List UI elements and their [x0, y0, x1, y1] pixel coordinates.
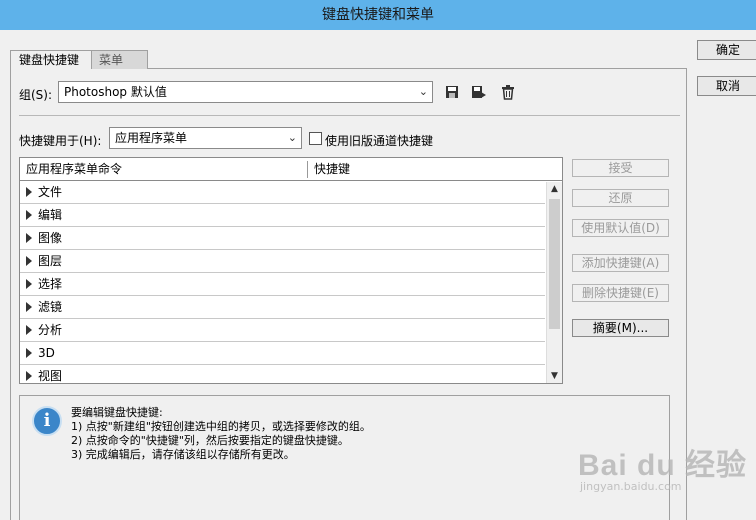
info-text: 要编辑键盘快捷键: 1) 点按"新建组"按钮创建选中组的拷贝，或选择要修改的组。… [71, 406, 371, 462]
shortcuts-for-select[interactable]: 应用程序菜单 ⌄ [109, 127, 302, 149]
command-table: 应用程序菜单命令 快捷键 文件 编辑 图像 图层 选择 滤镜 分析 3D 视图 … [19, 157, 563, 384]
table-row[interactable]: 视图 [20, 365, 545, 383]
expand-triangle-icon[interactable] [26, 233, 32, 243]
column-header-shortcut[interactable]: 快捷键 [308, 158, 544, 180]
summary-button[interactable]: 摘要(M)... [572, 319, 669, 337]
table-row[interactable]: 文件 [20, 181, 545, 204]
legacy-channel-checkbox[interactable] [309, 132, 322, 145]
delete-shortcut-button[interactable]: 删除快捷键(E) [572, 284, 669, 302]
undo-button[interactable]: 还原 [572, 189, 669, 207]
scrollbar-thumb[interactable] [549, 199, 560, 329]
save-icon[interactable] [443, 83, 461, 101]
column-header-command[interactable]: 应用程序菜单命令 [20, 158, 306, 180]
row-label: 分析 [38, 323, 63, 337]
table-row[interactable]: 分析 [20, 319, 545, 342]
trash-icon[interactable] [499, 83, 517, 101]
info-line: 2) 点按命令的"快捷键"列，然后按要指定的键盘快捷键。 [71, 434, 349, 447]
table-body: 文件 编辑 图像 图层 选择 滤镜 分析 3D 视图 [20, 181, 545, 383]
vertical-scrollbar[interactable]: ▲ ▼ [546, 182, 562, 383]
divider [19, 115, 680, 116]
cancel-button[interactable]: 取消 [697, 76, 756, 96]
window-title: 键盘快捷键和菜单 [0, 0, 756, 30]
info-heading: 要编辑键盘快捷键: [71, 406, 163, 419]
info-line: 3) 完成编辑后，请存储该组以存储所有更改。 [71, 448, 295, 461]
tab-menus[interactable]: 菜单 [90, 50, 148, 69]
shortcuts-for-label: 快捷键用于(H): [19, 134, 102, 148]
info-box: i 要编辑键盘快捷键: 1) 点按"新建组"按钮创建选中组的拷贝，或选择要修改的… [19, 395, 670, 520]
tab-keyboard-shortcuts[interactable]: 键盘快捷键 [10, 50, 92, 69]
group-select-value: Photoshop 默认值 [64, 85, 167, 99]
chevron-down-icon: ⌄ [418, 85, 428, 98]
add-shortcut-button[interactable]: 添加快捷键(A) [572, 254, 669, 272]
expand-triangle-icon[interactable] [26, 210, 32, 220]
expand-triangle-icon[interactable] [26, 348, 32, 358]
group-select[interactable]: Photoshop 默认值 ⌄ [58, 81, 433, 103]
expand-triangle-icon[interactable] [26, 325, 32, 335]
expand-triangle-icon[interactable] [26, 279, 32, 289]
table-header: 应用程序菜单命令 快捷键 [20, 158, 562, 181]
expand-triangle-icon[interactable] [26, 187, 32, 197]
legacy-channel-label: 使用旧版通道快捷键 [325, 134, 434, 148]
info-icon: i [32, 406, 62, 436]
info-line: 1) 点按"新建组"按钮创建选中组的拷贝，或选择要修改的组。 [71, 420, 371, 433]
table-row[interactable]: 图层 [20, 250, 545, 273]
scroll-up-icon[interactable]: ▲ [547, 182, 562, 196]
use-default-button[interactable]: 使用默认值(D) [572, 219, 669, 237]
row-label: 编辑 [38, 208, 63, 222]
row-label: 视图 [38, 369, 63, 383]
watermark-logo: Bai du 经验 [578, 449, 748, 482]
row-label: 图像 [38, 231, 63, 245]
table-row[interactable]: 编辑 [20, 204, 545, 227]
expand-triangle-icon[interactable] [26, 302, 32, 312]
expand-triangle-icon[interactable] [26, 256, 32, 266]
row-label: 滤镜 [38, 300, 63, 314]
ok-button[interactable]: 确定 [697, 40, 756, 60]
expand-triangle-icon[interactable] [26, 371, 32, 381]
shortcuts-for-value: 应用程序菜单 [115, 131, 188, 145]
chevron-down-icon: ⌄ [287, 131, 297, 144]
baidu-watermark: Bai du 经验 jingyan.baidu.com [578, 440, 747, 493]
accept-button[interactable]: 接受 [572, 159, 669, 177]
table-row[interactable]: 滤镜 [20, 296, 545, 319]
group-label: 组(S): [19, 88, 53, 102]
row-label: 选择 [38, 277, 63, 291]
row-label: 3D [38, 346, 55, 360]
row-label: 文件 [38, 185, 63, 199]
scroll-down-icon[interactable]: ▼ [547, 369, 562, 383]
save-as-icon[interactable] [470, 83, 488, 101]
table-row[interactable]: 图像 [20, 227, 545, 250]
row-label: 图层 [38, 254, 63, 268]
table-row[interactable]: 3D [20, 342, 545, 365]
table-row[interactable]: 选择 [20, 273, 545, 296]
